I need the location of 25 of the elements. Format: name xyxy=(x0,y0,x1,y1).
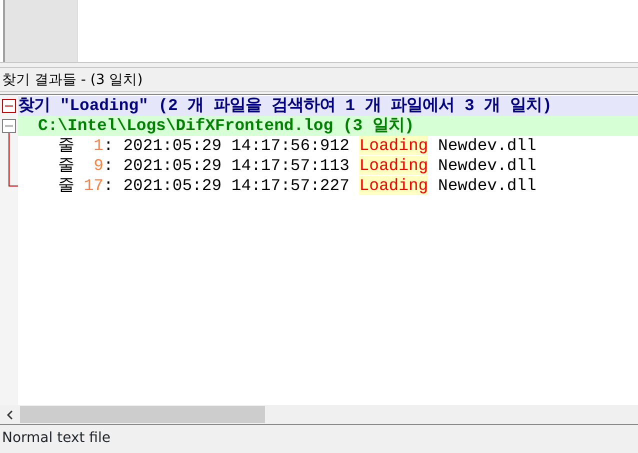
log-text: : 2021:05:29 14:17:57:227 xyxy=(104,176,350,195)
log-text: Newdev.dll xyxy=(436,176,536,195)
match-highlight: Loading xyxy=(359,136,428,155)
line-label: 줄 xyxy=(58,136,75,155)
log-text: : 2021:05:29 14:17:57:113 xyxy=(104,156,350,175)
line-number: 17 xyxy=(84,176,104,195)
log-text: : 2021:05:29 14:17:56:912 xyxy=(104,136,350,155)
file-path: C:\Intel\Logs\DifXFrontend.log (3 일치) xyxy=(18,116,638,136)
match-highlight: Loading xyxy=(359,176,428,195)
scroll-left-icon[interactable] xyxy=(6,410,14,420)
panel-title: 찾기 결과들 - (3 일치) xyxy=(0,68,638,92)
log-text: Newdev.dll xyxy=(436,156,536,175)
log-text: Newdev.dll xyxy=(436,136,536,155)
tree-line xyxy=(8,132,18,186)
collapse-icon[interactable] xyxy=(2,119,16,133)
horizontal-scrollbar[interactable] xyxy=(0,405,638,425)
line-label: 줄 xyxy=(58,176,75,195)
search-summary: 찾기 "Loading" (2 개 파일을 검색하여 1 개 파일에서 3 개 일치) xyxy=(18,96,638,116)
match-highlight: Loading xyxy=(359,156,428,175)
collapse-icon[interactable] xyxy=(2,99,16,113)
status-bar-text: Normal text file xyxy=(1,429,112,448)
line-number: 9 xyxy=(92,156,104,175)
line-number: 1 xyxy=(92,136,104,155)
line-label: 줄 xyxy=(58,156,75,175)
scrollbar-thumb[interactable] xyxy=(20,406,265,423)
